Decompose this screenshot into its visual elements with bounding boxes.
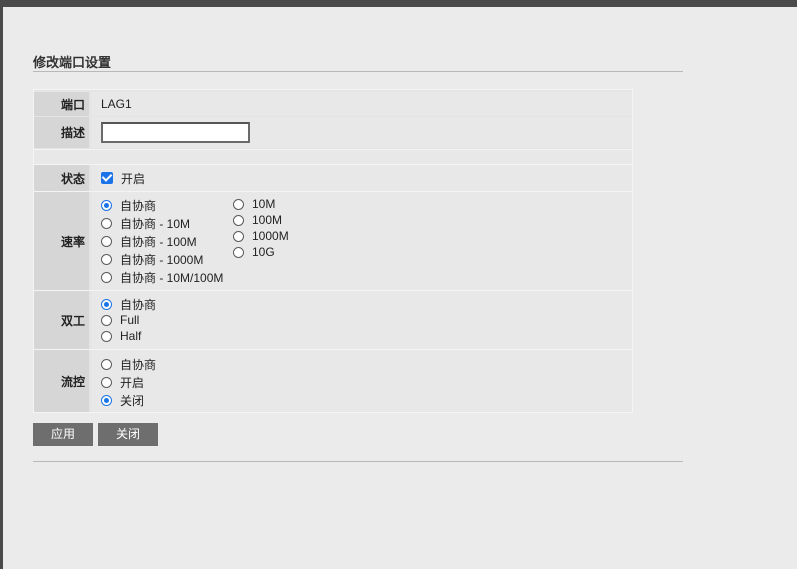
description-row: 描述 (34, 117, 632, 148)
top-bar (0, 0, 797, 7)
radio-icon[interactable] (233, 214, 244, 226)
divider-top (33, 71, 683, 72)
speed-option-auto-1000m[interactable]: 自协商 - 1000M (101, 251, 203, 267)
radio-icon[interactable] (233, 246, 244, 258)
description-input[interactable] (101, 122, 250, 143)
radio-icon[interactable] (101, 358, 112, 370)
apply-button[interactable]: 应用 (33, 423, 93, 446)
speed-option-1000m[interactable]: 1000M (233, 228, 289, 244)
speed-option-auto-10m[interactable]: 自协商 - 10M (101, 215, 190, 231)
duplex-option-full[interactable]: Full (101, 312, 139, 328)
duplex-label: 双工 (34, 291, 89, 349)
speed-row: 速率 自协商 自协商 - 10M 自协商 - 100M 自协商 - 1000M … (34, 192, 632, 290)
duplex-option-auto[interactable]: 自协商 (101, 296, 156, 312)
speed-option-10m[interactable]: 10M (233, 196, 275, 212)
radio-icon[interactable] (101, 253, 112, 265)
radio-selected-icon[interactable] (101, 199, 112, 211)
radio-icon[interactable] (101, 235, 112, 247)
state-row: 状态 开启 (34, 165, 632, 191)
divider-bottom (33, 461, 683, 462)
description-label: 描述 (34, 117, 89, 148)
radio-selected-icon[interactable] (101, 394, 112, 406)
duplex-row: 双工 自协商 Full Half (34, 291, 632, 349)
duplex-option-half[interactable]: Half (101, 328, 141, 344)
speed-option-auto[interactable]: 自协商 (101, 197, 156, 213)
page-title: 修改端口设置 (33, 55, 112, 70)
port-label: 端口 (34, 92, 89, 116)
speed-option-10g[interactable]: 10G (233, 244, 275, 260)
port-settings-form: 端口 LAG1 描述 状态 开启 速率 自协商 自协商 - 10M 自协商 - … (33, 89, 633, 413)
radio-selected-icon[interactable] (101, 298, 112, 310)
speed-label: 速率 (34, 192, 89, 290)
flow-control-row: 流控 自协商 开启 关闭 (34, 350, 632, 412)
flow-control-option-on[interactable]: 开启 (101, 374, 144, 390)
port-row: 端口 LAG1 (34, 92, 632, 116)
speed-option-auto-100m[interactable]: 自协商 - 100M (101, 233, 197, 249)
flow-control-option-off[interactable]: 关闭 (101, 392, 144, 408)
radio-icon[interactable] (101, 271, 112, 283)
speed-option-auto-10m-100m[interactable]: 自协商 - 10M/100M (101, 269, 223, 285)
close-button[interactable]: 关闭 (98, 423, 158, 446)
state-label: 状态 (34, 165, 89, 191)
radio-icon[interactable] (101, 330, 112, 342)
flow-control-label: 流控 (34, 350, 89, 412)
flow-control-option-auto[interactable]: 自协商 (101, 356, 156, 372)
radio-icon[interactable] (233, 230, 244, 242)
radio-icon[interactable] (101, 217, 112, 229)
radio-icon[interactable] (233, 198, 244, 210)
state-enable-checkbox[interactable]: 开启 (101, 170, 145, 186)
radio-icon[interactable] (101, 314, 112, 326)
port-value: LAG1 (101, 97, 132, 111)
checkbox-checked-icon[interactable] (101, 172, 113, 184)
left-border (0, 7, 3, 569)
speed-option-100m[interactable]: 100M (233, 212, 282, 228)
radio-icon[interactable] (101, 376, 112, 388)
